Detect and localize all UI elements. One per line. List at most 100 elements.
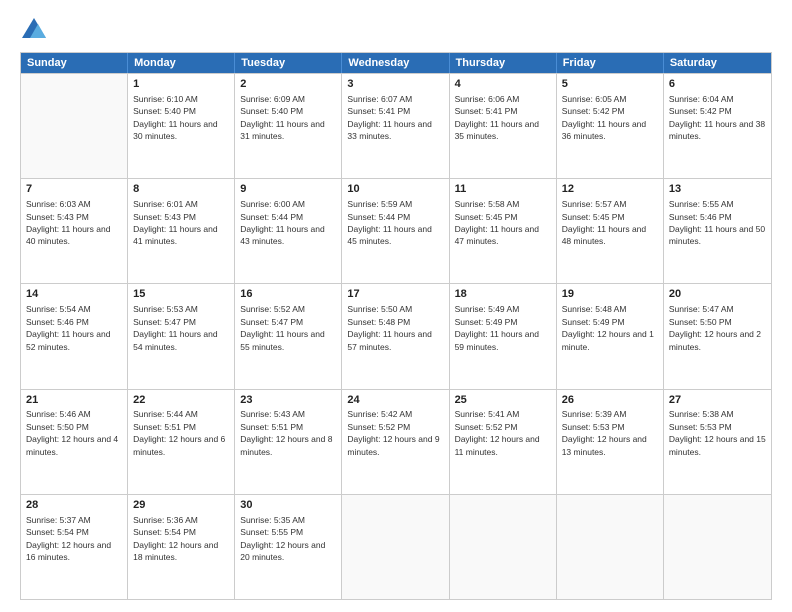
header	[20, 16, 772, 44]
cell-info: Sunrise: 5:48 AMSunset: 5:49 PMDaylight:…	[562, 304, 654, 351]
calendar: SundayMondayTuesdayWednesdayThursdayFrid…	[20, 52, 772, 600]
day-number: 8	[133, 182, 229, 197]
day-number: 25	[455, 393, 551, 408]
day-number: 15	[133, 287, 229, 302]
cal-cell: 19 Sunrise: 5:48 AMSunset: 5:49 PMDayligh…	[557, 284, 664, 388]
header-day-saturday: Saturday	[664, 53, 771, 73]
cell-info: Sunrise: 6:07 AMSunset: 5:41 PMDaylight:…	[347, 94, 431, 141]
day-number: 12	[562, 182, 658, 197]
cal-cell	[21, 74, 128, 178]
day-number: 9	[240, 182, 336, 197]
cell-info: Sunrise: 5:41 AMSunset: 5:52 PMDaylight:…	[455, 409, 540, 456]
cal-cell: 1 Sunrise: 6:10 AMSunset: 5:40 PMDaylight…	[128, 74, 235, 178]
day-number: 30	[240, 498, 336, 513]
cal-cell: 11Sunrise: 5:58 AMSunset: 5:45 PMDayligh…	[450, 179, 557, 283]
cell-info: Sunrise: 5:36 AMSunset: 5:54 PMDaylight:…	[133, 515, 218, 562]
day-number: 23	[240, 393, 336, 408]
day-number: 10	[347, 182, 443, 197]
day-number: 28	[26, 498, 122, 513]
day-number: 4	[455, 77, 551, 92]
cal-cell: 6Sunrise: 6:04 AMSunset: 5:42 PMDaylight…	[664, 74, 771, 178]
day-number: 26	[562, 393, 658, 408]
cal-cell: 13 Sunrise: 5:55 AMSunset: 5:46 PMDayligh…	[664, 179, 771, 283]
cal-cell: 22Sunrise: 5:44 AMSunset: 5:51 PMDayligh…	[128, 390, 235, 494]
cell-info: Sunrise: 5:52 AMSunset: 5:47 PMDaylight:…	[240, 304, 324, 351]
cell-info: Sunrise: 5:59 AMSunset: 5:44 PMDaylight:…	[347, 199, 431, 246]
day-number: 24	[347, 393, 443, 408]
header-day-sunday: Sunday	[21, 53, 128, 73]
logo	[20, 16, 52, 44]
cell-info: Sunrise: 5:55 AMSunset: 5:46 PMDaylight:…	[669, 199, 765, 246]
day-number: 27	[669, 393, 766, 408]
cal-cell: 7 Sunrise: 6:03 AMSunset: 5:43 PMDaylight…	[21, 179, 128, 283]
day-number: 3	[347, 77, 443, 92]
header-day-monday: Monday	[128, 53, 235, 73]
cal-cell: 14 Sunrise: 5:54 AMSunset: 5:46 PMDayligh…	[21, 284, 128, 388]
cal-cell	[450, 495, 557, 599]
cal-cell: 27Sunrise: 5:38 AMSunset: 5:53 PMDayligh…	[664, 390, 771, 494]
cell-info: Sunrise: 5:46 AMSunset: 5:50 PMDaylight:…	[26, 409, 118, 456]
day-number: 21	[26, 393, 122, 408]
cal-cell: 10 Sunrise: 5:59 AMSunset: 5:44 PMDayligh…	[342, 179, 449, 283]
cal-cell: 2Sunrise: 6:09 AMSunset: 5:40 PMDaylight…	[235, 74, 342, 178]
calendar-header: SundayMondayTuesdayWednesdayThursdayFrid…	[21, 53, 771, 73]
day-number: 16	[240, 287, 336, 302]
cell-info: Sunrise: 5:39 AMSunset: 5:53 PMDaylight:…	[562, 409, 647, 456]
cal-row-0: 1 Sunrise: 6:10 AMSunset: 5:40 PMDaylight…	[21, 73, 771, 178]
cell-info: Sunrise: 5:53 AMSunset: 5:47 PMDaylight:…	[133, 304, 217, 351]
cal-cell: 25Sunrise: 5:41 AMSunset: 5:52 PMDayligh…	[450, 390, 557, 494]
page: SundayMondayTuesdayWednesdayThursdayFrid…	[0, 0, 792, 612]
cell-info: Sunrise: 5:47 AMSunset: 5:50 PMDaylight:…	[669, 304, 761, 351]
cell-info: Sunrise: 5:35 AMSunset: 5:55 PMDaylight:…	[240, 515, 325, 562]
cal-cell: 9 Sunrise: 6:00 AMSunset: 5:44 PMDaylight…	[235, 179, 342, 283]
calendar-body: 1 Sunrise: 6:10 AMSunset: 5:40 PMDaylight…	[21, 73, 771, 599]
cal-cell: 17Sunrise: 5:50 AMSunset: 5:48 PMDayligh…	[342, 284, 449, 388]
logo-icon	[20, 16, 48, 44]
day-number: 7	[26, 182, 122, 197]
cell-info: Sunrise: 6:05 AMSunset: 5:42 PMDaylight:…	[562, 94, 646, 141]
cal-cell: 18Sunrise: 5:49 AMSunset: 5:49 PMDayligh…	[450, 284, 557, 388]
cal-row-4: 28Sunrise: 5:37 AMSunset: 5:54 PMDayligh…	[21, 494, 771, 599]
cal-cell: 24Sunrise: 5:42 AMSunset: 5:52 PMDayligh…	[342, 390, 449, 494]
cell-info: Sunrise: 5:54 AMSunset: 5:46 PMDaylight:…	[26, 304, 110, 351]
cal-cell: 26Sunrise: 5:39 AMSunset: 5:53 PMDayligh…	[557, 390, 664, 494]
cal-cell: 12 Sunrise: 5:57 AMSunset: 5:45 PMDayligh…	[557, 179, 664, 283]
cal-cell	[342, 495, 449, 599]
day-number: 14	[26, 287, 122, 302]
cal-cell: 29 Sunrise: 5:36 AMSunset: 5:54 PMDayligh…	[128, 495, 235, 599]
cal-cell: 5 Sunrise: 6:05 AMSunset: 5:42 PMDaylight…	[557, 74, 664, 178]
cell-info: Sunrise: 5:50 AMSunset: 5:48 PMDaylight:…	[347, 304, 431, 351]
cal-cell: 15 Sunrise: 5:53 AMSunset: 5:47 PMDayligh…	[128, 284, 235, 388]
cal-cell	[664, 495, 771, 599]
cal-row-2: 14 Sunrise: 5:54 AMSunset: 5:46 PMDayligh…	[21, 283, 771, 388]
cell-info: Sunrise: 5:57 AMSunset: 5:45 PMDaylight:…	[562, 199, 646, 246]
cell-info: Sunrise: 5:43 AMSunset: 5:51 PMDaylight:…	[240, 409, 332, 456]
cell-info: Sunrise: 6:04 AMSunset: 5:42 PMDaylight:…	[669, 94, 765, 141]
cell-info: Sunrise: 6:06 AMSunset: 5:41 PMDaylight:…	[455, 94, 539, 141]
header-day-wednesday: Wednesday	[342, 53, 449, 73]
cal-cell	[557, 495, 664, 599]
day-number: 19	[562, 287, 658, 302]
day-number: 1	[133, 77, 229, 92]
header-day-thursday: Thursday	[450, 53, 557, 73]
cell-info: Sunrise: 6:09 AMSunset: 5:40 PMDaylight:…	[240, 94, 324, 141]
day-number: 29	[133, 498, 229, 513]
cell-info: Sunrise: 6:10 AMSunset: 5:40 PMDaylight:…	[133, 94, 217, 141]
cal-cell: 8 Sunrise: 6:01 AMSunset: 5:43 PMDaylight…	[128, 179, 235, 283]
day-number: 5	[562, 77, 658, 92]
cal-cell: 23Sunrise: 5:43 AMSunset: 5:51 PMDayligh…	[235, 390, 342, 494]
cell-info: Sunrise: 5:49 AMSunset: 5:49 PMDaylight:…	[455, 304, 539, 351]
cell-info: Sunrise: 5:38 AMSunset: 5:53 PMDaylight:…	[669, 409, 766, 456]
cell-info: Sunrise: 5:44 AMSunset: 5:51 PMDaylight:…	[133, 409, 225, 456]
cal-cell: 30 Sunrise: 5:35 AMSunset: 5:55 PMDayligh…	[235, 495, 342, 599]
cell-info: Sunrise: 6:03 AMSunset: 5:43 PMDaylight:…	[26, 199, 110, 246]
day-number: 11	[455, 182, 551, 197]
header-day-tuesday: Tuesday	[235, 53, 342, 73]
day-number: 13	[669, 182, 766, 197]
cell-info: Sunrise: 6:00 AMSunset: 5:44 PMDaylight:…	[240, 199, 324, 246]
cal-cell: 4 Sunrise: 6:06 AMSunset: 5:41 PMDaylight…	[450, 74, 557, 178]
header-day-friday: Friday	[557, 53, 664, 73]
cal-row-1: 7 Sunrise: 6:03 AMSunset: 5:43 PMDaylight…	[21, 178, 771, 283]
day-number: 20	[669, 287, 766, 302]
cell-info: Sunrise: 6:01 AMSunset: 5:43 PMDaylight:…	[133, 199, 217, 246]
